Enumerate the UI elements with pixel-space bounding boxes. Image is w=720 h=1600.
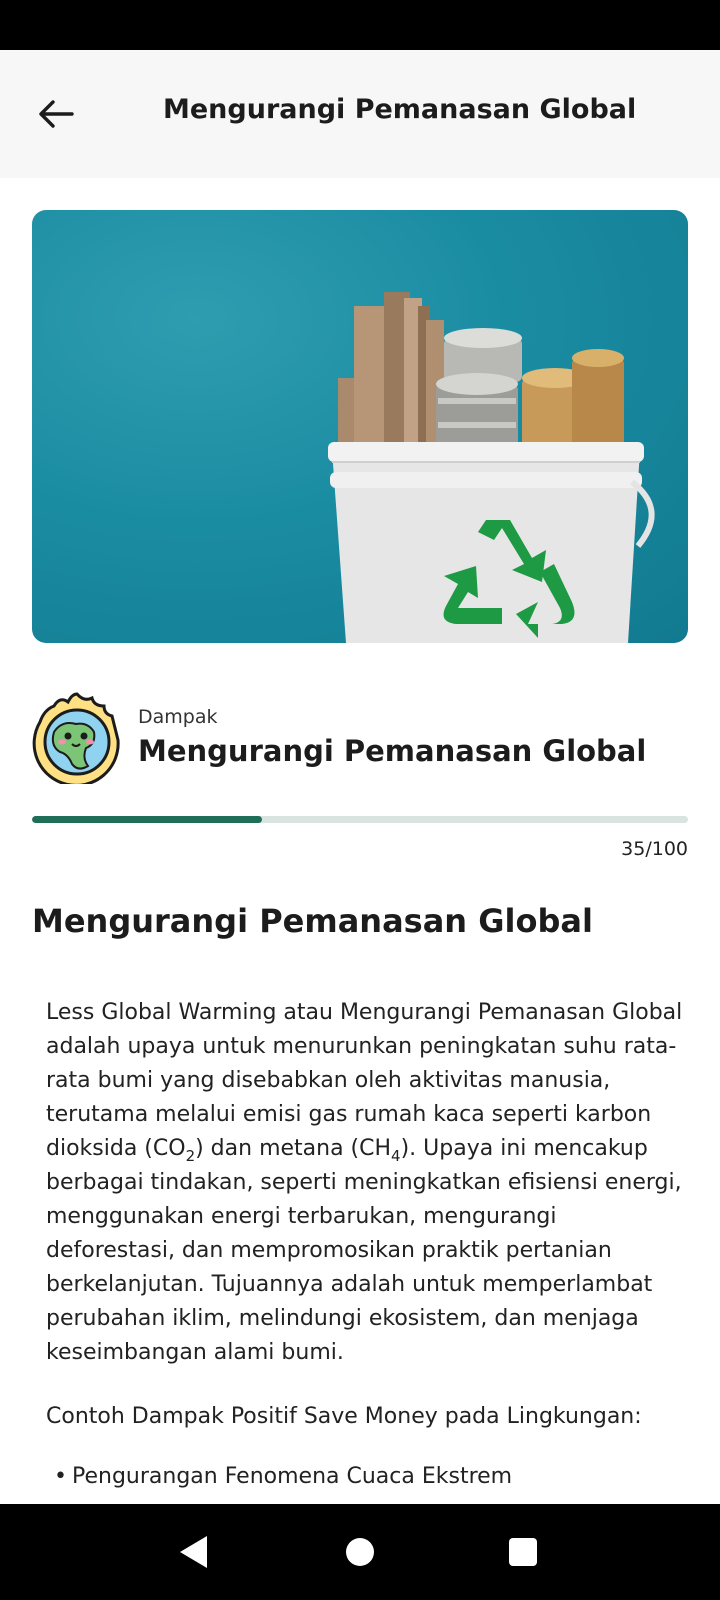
article-paragraph: Contoh Dampak Positif Save Money pada Li… [46, 1404, 642, 1429]
progress-fill [32, 816, 262, 823]
status-bar [0, 0, 720, 50]
system-nav-bar [0, 1504, 720, 1600]
nav-back-icon [180, 1536, 207, 1568]
topic-header: Dampak Mengurangi Pemanasan Global [32, 692, 688, 787]
article-body: Less Global Warming atau Mengurangi Pema… [46, 996, 686, 1494]
back-button[interactable] [28, 86, 84, 142]
recycling-bucket-illustration [328, 292, 655, 643]
bullet-list: Pengurangan Fenomena Cuaca Ekstrem [46, 1460, 686, 1494]
nav-home-icon [346, 1538, 374, 1566]
paragraph-text: ) dan metana (CH [195, 1136, 392, 1161]
nav-back-button[interactable] [174, 1532, 214, 1572]
section-heading: Mengurangi Pemanasan Global [32, 902, 593, 940]
topic-name: Mengurangi Pemanasan Global [138, 734, 647, 768]
nav-recents-button[interactable] [503, 1532, 543, 1572]
list-item: Pengurangan Fenomena Cuaca Ekstrem [46, 1460, 686, 1494]
earth-avatar-icon [32, 692, 122, 787]
nav-home-button[interactable] [340, 1532, 380, 1572]
arrow-left-icon [39, 100, 74, 128]
subscript: 4 [391, 1147, 401, 1165]
hero-image [32, 210, 688, 643]
paragraph-text: ). Upaya ini mencakup berbagai tindakan,… [46, 1136, 682, 1365]
app-bar: Mengurangi Pemanasan Global [0, 50, 720, 178]
nav-recents-icon [509, 1538, 537, 1566]
progress-bar [32, 816, 688, 823]
topic-category: Dampak [138, 706, 218, 728]
page-title: Mengurangi Pemanasan Global [163, 94, 637, 125]
progress-label: 35/100 [621, 838, 688, 860]
article-paragraph: Less Global Warming atau Mengurangi Pema… [46, 996, 686, 1370]
subscript: 2 [185, 1147, 196, 1165]
